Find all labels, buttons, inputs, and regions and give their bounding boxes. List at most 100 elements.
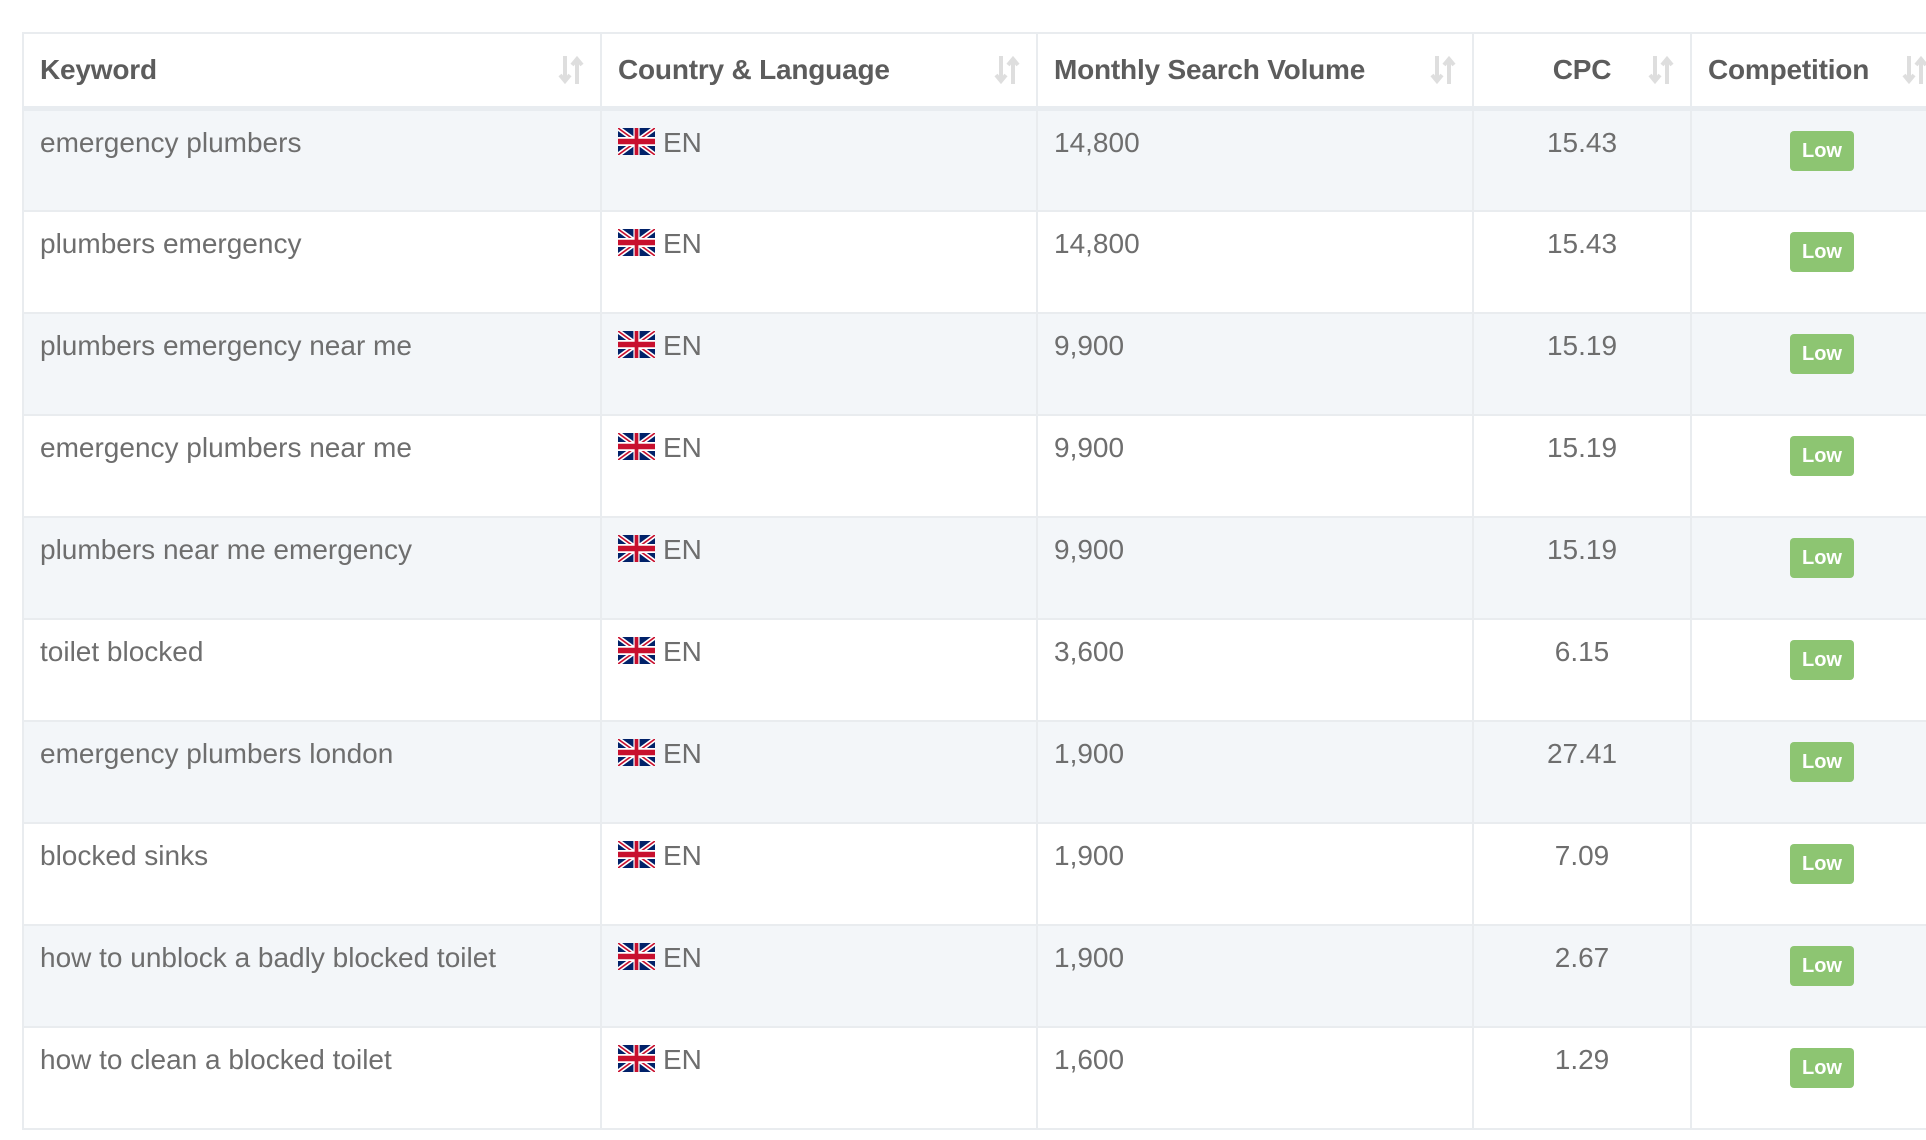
competition-badge: Low: [1790, 537, 1854, 578]
cpc-value: 15.43: [1546, 127, 1618, 158]
competition-cell: Low: [1691, 210, 1926, 314]
search-volume-value: 1,900: [1054, 737, 1125, 769]
search-volume-value: 14,800: [1054, 127, 1140, 158]
language-code: EN: [663, 127, 702, 158]
column-header-keyword[interactable]: Keyword: [23, 33, 602, 111]
keyword-text: emergency plumbers: [40, 127, 302, 158]
table-row[interactable]: how to unblock a badly blocked toilet EN…: [23, 924, 1926, 1028]
cpc-value: 15.43: [1546, 227, 1618, 259]
uk-flag-icon: [618, 128, 655, 155]
search-volume-cell: 1,600: [1037, 1026, 1474, 1130]
search-volume-value: 9,900: [1054, 533, 1125, 565]
sort-arrows-icon[interactable]: [1902, 54, 1926, 86]
column-header-label: Country & Language: [618, 54, 890, 85]
sort-arrows-icon[interactable]: [1430, 54, 1456, 86]
competition-cell: Low: [1691, 516, 1926, 620]
sort-arrows-icon[interactable]: [994, 54, 1020, 86]
search-volume-value: 3,600: [1054, 635, 1125, 667]
competition-cell: Low: [1691, 414, 1926, 518]
competition-cell: Low: [1691, 822, 1926, 926]
language-code: EN: [663, 635, 702, 667]
country-language-cell: EN: [601, 312, 1038, 416]
table-row[interactable]: emergency plumbers EN 14,800 15.43 Low: [23, 108, 1926, 212]
language-code: EN: [663, 737, 702, 769]
search-volume-cell: 9,900: [1037, 516, 1474, 620]
competition-cell: Low: [1691, 924, 1926, 1028]
column-header-label: CPC: [1552, 54, 1612, 85]
cpc-cell: 15.43: [1473, 210, 1692, 314]
cpc-cell: 27.41: [1473, 720, 1692, 824]
column-header-monthly-search-volume[interactable]: Monthly Search Volume: [1037, 33, 1474, 111]
cpc-cell: 7.09: [1473, 822, 1692, 926]
cpc-value: 15.19: [1546, 329, 1618, 361]
cpc-value: 15.19: [1546, 431, 1618, 463]
cpc-cell: 15.19: [1473, 516, 1692, 620]
search-volume-value: 9,900: [1054, 431, 1125, 463]
competition-badge: Low: [1790, 639, 1854, 680]
search-volume-cell: 1,900: [1037, 720, 1474, 824]
keyword-text: plumbers near me emergency: [40, 533, 412, 565]
cpc-cell: 6.15: [1473, 618, 1692, 722]
cpc-value: 7.09: [1554, 839, 1610, 871]
keyword-text: plumbers emergency near me: [40, 329, 412, 361]
keyword-text: how to clean a blocked toilet: [40, 1043, 392, 1075]
table-row[interactable]: plumbers emergency near me EN 9,900 15.1…: [23, 312, 1926, 416]
competition-cell: Low: [1691, 618, 1926, 722]
keyword-cell: how to unblock a badly blocked toilet: [23, 924, 602, 1028]
search-volume-value: 1,900: [1054, 839, 1125, 871]
cpc-value: 2.67: [1554, 941, 1610, 973]
language-code: EN: [663, 431, 702, 463]
cpc-cell: 1.29: [1473, 1026, 1692, 1130]
cpc-cell: 15.19: [1473, 414, 1692, 518]
column-header-label: Monthly Search Volume: [1054, 54, 1366, 85]
table-row[interactable]: emergency plumbers london EN 1,900 27.41…: [23, 720, 1926, 824]
table-row[interactable]: plumbers near me emergency EN 9,900 15.1…: [23, 516, 1926, 620]
keyword-cell: plumbers emergency: [23, 210, 602, 314]
keyword-text: toilet blocked: [40, 635, 204, 667]
uk-flag-icon: [618, 738, 655, 766]
country-language-cell: EN: [601, 210, 1038, 314]
search-volume-cell: 14,800: [1037, 210, 1474, 314]
search-volume-value: 14,800: [1054, 227, 1140, 259]
sort-arrows-icon[interactable]: [1648, 54, 1674, 86]
keyword-cell: plumbers emergency near me: [23, 312, 602, 416]
country-language-cell: EN: [601, 720, 1038, 824]
search-volume-cell: 1,900: [1037, 924, 1474, 1028]
table-row[interactable]: toilet blocked EN 3,600 6.15 Low: [23, 618, 1926, 722]
country-language-cell: EN: [601, 108, 1038, 212]
uk-flag-icon: [618, 636, 655, 664]
competition-badge: Low: [1790, 131, 1854, 171]
search-volume-cell: 9,900: [1037, 414, 1474, 518]
competition-cell: Low: [1691, 720, 1926, 824]
cpc-value: 6.15: [1554, 635, 1610, 667]
country-language-cell: EN: [601, 516, 1038, 620]
keyword-cell: toilet blocked: [23, 618, 602, 722]
language-code: EN: [663, 1043, 702, 1075]
country-language-cell: EN: [601, 1026, 1038, 1130]
table-row[interactable]: plumbers emergency EN 14,800 15.43 Low: [23, 210, 1926, 314]
column-header-cpc[interactable]: CPC: [1473, 33, 1692, 111]
column-header-competition[interactable]: Competition: [1691, 33, 1926, 111]
sort-arrows-icon[interactable]: [558, 54, 584, 86]
table-row[interactable]: blocked sinks EN 1,900 7.09 Low: [23, 822, 1926, 926]
keyword-text: emergency plumbers london: [40, 737, 394, 769]
column-header-label: Keyword: [40, 54, 157, 85]
language-code: EN: [663, 329, 702, 361]
uk-flag-icon: [618, 942, 655, 970]
cpc-cell: 2.67: [1473, 924, 1692, 1028]
language-code: EN: [663, 533, 702, 565]
keyword-cell: emergency plumbers near me: [23, 414, 602, 518]
country-language-cell: EN: [601, 822, 1038, 926]
column-header-country-language[interactable]: Country & Language: [601, 33, 1038, 111]
competition-badge: Low: [1790, 843, 1854, 884]
competition-badge: Low: [1790, 231, 1854, 272]
table-row[interactable]: emergency plumbers near me EN 9,900 15.1…: [23, 414, 1926, 518]
cpc-cell: 15.43: [1473, 108, 1692, 212]
table-row[interactable]: how to clean a blocked toilet EN 1,600 1…: [23, 1026, 1926, 1130]
country-language-cell: EN: [601, 618, 1038, 722]
keyword-cell: how to clean a blocked toilet: [23, 1026, 602, 1130]
competition-cell: Low: [1691, 312, 1926, 416]
keyword-text: blocked sinks: [40, 839, 209, 871]
keyword-cell: emergency plumbers: [23, 108, 602, 212]
country-language-cell: EN: [601, 414, 1038, 518]
